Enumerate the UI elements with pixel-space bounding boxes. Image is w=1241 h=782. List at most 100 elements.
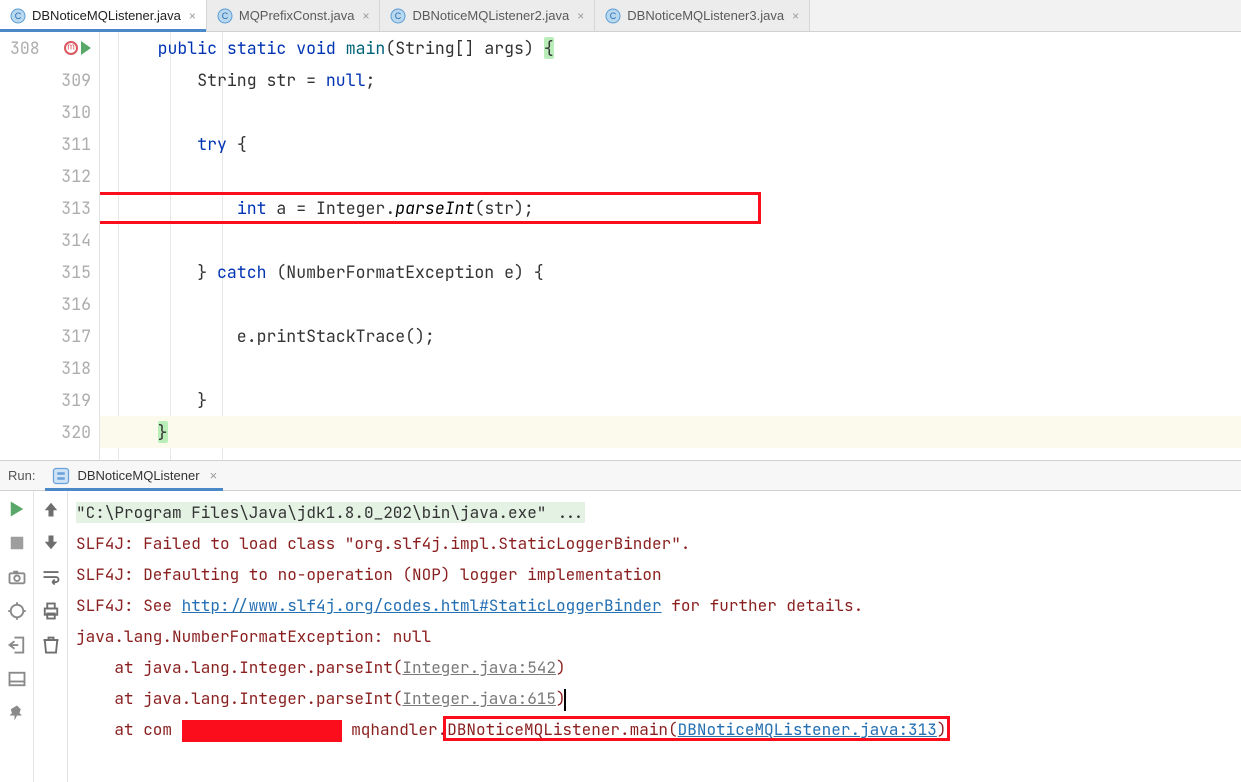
- run-left-toolbar: [0, 491, 34, 782]
- gutter-line[interactable]: 318: [0, 352, 91, 384]
- console-text: SLF4J: See: [76, 595, 182, 616]
- layout-icon[interactable]: [7, 669, 27, 689]
- run-mid-toolbar: [34, 491, 68, 782]
- code-line[interactable]: } catch (NumberFormatException e) {: [100, 256, 1241, 288]
- console-text: SLF4J: Failed to load class "org.slf4j.i…: [76, 533, 690, 554]
- camera-icon[interactable]: [7, 567, 27, 587]
- up-arrow-icon[interactable]: [41, 499, 61, 519]
- close-icon[interactable]: ×: [187, 9, 196, 23]
- down-arrow-icon[interactable]: [41, 533, 61, 553]
- gutter-line[interactable]: 311: [0, 128, 91, 160]
- console-line: at java.lang.Integer.parseInt(Integer.ja…: [76, 652, 1233, 683]
- stop-icon[interactable]: [7, 533, 27, 553]
- editor-tab[interactable]: C MQPrefixConst.java ×: [207, 0, 381, 31]
- trash-icon[interactable]: [41, 635, 61, 655]
- console-text: at com: [76, 719, 182, 740]
- java-class-icon: C: [605, 8, 621, 24]
- console-text: SLF4J: Defaulting to no-operation (NOP) …: [76, 564, 662, 585]
- console-line: at com mqhandler.DBNoticeMQListener.main…: [76, 714, 1233, 745]
- gutter-line[interactable]: 309: [0, 64, 91, 96]
- code-line[interactable]: try {: [100, 128, 1241, 160]
- stacktrace-link[interactable]: DBNoticeMQListener.java:313: [678, 719, 937, 740]
- line-number: 313: [61, 192, 91, 224]
- line-number: 315: [61, 256, 91, 288]
- java-class-icon: C: [10, 8, 26, 24]
- code-line[interactable]: }: [100, 416, 1241, 448]
- redacted-text: [182, 720, 342, 742]
- console-command-line: "C:\Program Files\Java\jdk1.8.0_202\bin\…: [76, 497, 1233, 528]
- console-text: (: [668, 719, 678, 740]
- console-text: ): [937, 719, 947, 740]
- gutter-line[interactable]: 320: [0, 416, 91, 448]
- code-line[interactable]: [100, 96, 1241, 128]
- line-number: 309: [61, 64, 91, 96]
- code-line[interactable]: [100, 352, 1241, 384]
- run-header: Run: DBNoticeMQListener ×: [0, 461, 1241, 491]
- console-line: java.lang.NumberFormatException: null: [76, 621, 1233, 652]
- code-editor[interactable]: 308309310311312313314315316317318319320 …: [0, 32, 1241, 460]
- code-line[interactable]: [100, 224, 1241, 256]
- console-line: SLF4J: Failed to load class "org.slf4j.i…: [76, 528, 1233, 559]
- close-icon[interactable]: ×: [575, 9, 584, 23]
- close-icon[interactable]: ×: [206, 468, 218, 483]
- code-line[interactable]: String str = null;: [100, 64, 1241, 96]
- close-icon[interactable]: ×: [360, 9, 369, 23]
- line-number: 310: [61, 96, 91, 128]
- stacktrace-link[interactable]: Integer.java:542: [402, 657, 556, 678]
- code-line[interactable]: public static void main(String[] args) {: [100, 32, 1241, 64]
- gutter-line[interactable]: 315: [0, 256, 91, 288]
- exit-icon[interactable]: [7, 635, 27, 655]
- code-line[interactable]: }: [100, 384, 1241, 416]
- code-line[interactable]: int a = Integer.parseInt(str);: [100, 192, 1241, 224]
- console-text: mqhandler.: [342, 719, 448, 740]
- run-tab[interactable]: DBNoticeMQListener ×: [45, 461, 223, 490]
- tab-label: DBNoticeMQListener.java: [32, 8, 181, 23]
- code-line[interactable]: [100, 288, 1241, 320]
- gutter-line[interactable]: 319: [0, 384, 91, 416]
- debug-attach-icon[interactable]: [7, 601, 27, 621]
- stacktrace-link[interactable]: Integer.java:615: [402, 688, 556, 709]
- gutter-line[interactable]: 308: [0, 32, 91, 64]
- gutter-line[interactable]: 312: [0, 160, 91, 192]
- run-tool-window: Run: DBNoticeMQListener ×: [0, 460, 1241, 782]
- editor-tab[interactable]: C DBNoticeMQListener.java ×: [0, 0, 207, 31]
- gutter-line[interactable]: 316: [0, 288, 91, 320]
- console-text: ): [556, 657, 566, 678]
- console-text: for further details.: [662, 595, 864, 616]
- editor-tab[interactable]: C DBNoticeMQListener2.java ×: [380, 0, 595, 31]
- line-number: 312: [61, 160, 91, 192]
- line-number: 316: [61, 288, 91, 320]
- console-text: DBNoticeMQListener.main: [447, 719, 668, 740]
- console-output[interactable]: "C:\Program Files\Java\jdk1.8.0_202\bin\…: [68, 491, 1241, 782]
- line-number: 308: [10, 32, 40, 64]
- stacktrace-link[interactable]: http://www.slf4j.org/codes.html#StaticLo…: [182, 595, 662, 616]
- line-number: 319: [61, 384, 91, 416]
- line-number: 318: [61, 352, 91, 384]
- tab-label: DBNoticeMQListener2.java: [412, 8, 569, 23]
- pin-icon[interactable]: [7, 703, 27, 723]
- print-icon[interactable]: [41, 601, 61, 621]
- run-icon[interactable]: [7, 499, 27, 519]
- console-line: SLF4J: See http://www.slf4j.org/codes.ht…: [76, 590, 1233, 621]
- method-marker-icon: [64, 41, 78, 55]
- gutter-line[interactable]: 313: [0, 192, 91, 224]
- tab-label: DBNoticeMQListener3.java: [627, 8, 784, 23]
- java-class-icon: C: [217, 8, 233, 24]
- gutter-line[interactable]: 314: [0, 224, 91, 256]
- java-class-icon: C: [390, 8, 406, 24]
- run-gutter-icon[interactable]: [81, 41, 91, 55]
- code-line[interactable]: e.printStackTrace();: [100, 320, 1241, 352]
- line-number: 311: [61, 128, 91, 160]
- gutter-line[interactable]: 317: [0, 320, 91, 352]
- soft-wrap-icon[interactable]: [41, 567, 61, 587]
- editor-tab[interactable]: C DBNoticeMQListener3.java ×: [595, 0, 810, 31]
- editor-viewport[interactable]: public static void main(String[] args) {…: [100, 32, 1241, 460]
- line-number: 314: [61, 224, 91, 256]
- gutter-line[interactable]: 310: [0, 96, 91, 128]
- tab-label: MQPrefixConst.java: [239, 8, 355, 23]
- line-number: 317: [61, 320, 91, 352]
- code-line[interactable]: [100, 160, 1241, 192]
- close-icon[interactable]: ×: [790, 9, 799, 23]
- console-line: at java.lang.Integer.parseInt(Integer.ja…: [76, 683, 1233, 714]
- line-number: 320: [61, 416, 91, 448]
